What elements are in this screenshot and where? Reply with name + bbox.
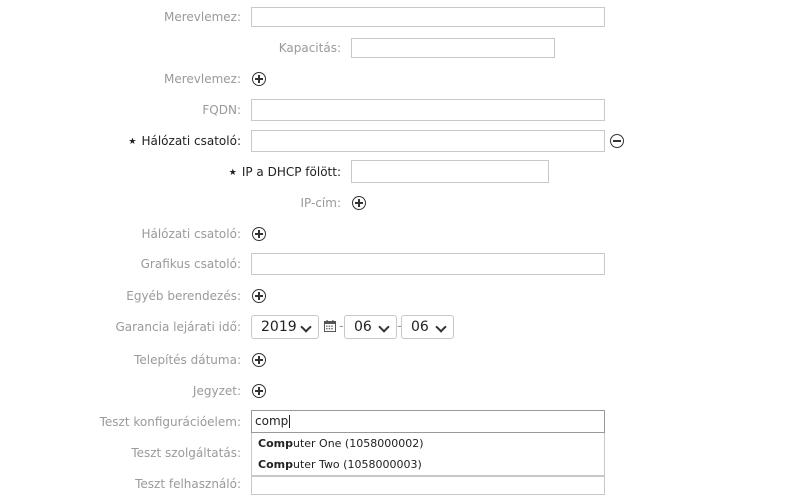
required-star-icon: ★ [228,168,237,178]
kapacitas-input[interactable] [351,38,555,58]
row-ip-cim: IP-cím: [0,191,801,215]
month-value: 06 [354,319,372,335]
row-garancia: Garancia lejárati idő: 2019 - 06 - 06 [0,315,801,339]
grafikus-csatolo-label: Grafikus csatoló: [140,257,241,271]
jegyzet-label: Jegyzet: [192,384,241,398]
plus-circle-icon[interactable] [252,353,266,367]
ip-cim-label: IP-cím: [300,196,341,210]
row-ip-dhcp: ★ IP a DHCP fölött: [0,160,801,184]
row-merevlemez-2: Merevlemez: [0,67,801,91]
row-halozati-csatolo-req: ★ Hálózati csatoló: [0,129,801,153]
grafikus-csatolo-input[interactable] [251,253,605,275]
merevlemez-input[interactable] [251,7,605,27]
plus-circle-icon[interactable] [252,72,266,86]
chevron-down-icon [378,321,390,333]
row-egyeb-berendezes: Egyéb berendezés: [0,284,801,308]
plus-circle-icon[interactable] [252,384,266,398]
row-telepites-datuma: Telepítés dátuma: [0,348,801,372]
teszt-szolgaltatas-label: Teszt szolgáltatás: [131,446,241,460]
plus-circle-icon[interactable] [252,289,266,303]
plus-circle-icon[interactable] [252,227,266,241]
row-merevlemez-1: Merevlemez: [0,5,801,29]
minus-circle-icon[interactable] [610,134,624,148]
autocomplete-rest: uter One (1058000002) [292,437,424,450]
fqdn-input[interactable] [251,99,605,121]
teszt-felhasznalo-label: Teszt felhasználó: [135,477,241,491]
day-select[interactable]: 06 [401,315,454,339]
row-jegyzet: Jegyzet: [0,379,801,403]
autocomplete-item[interactable]: Computer Two (1058000003) [252,454,604,475]
teszt-konfig-label: Teszt konfigurációelem: [99,415,241,429]
autocomplete-match: Comp [258,437,293,450]
garancia-label: Garancia lejárati idő: [115,320,241,334]
row-grafikus-csatolo: Grafikus csatoló: [0,252,801,276]
halozati-csatolo-label: Hálózati csatoló: [141,227,241,241]
year-value: 2019 [261,319,297,335]
autocomplete-rest: uter Two (1058000003) [292,458,422,471]
autocomplete-item[interactable]: Computer One (1058000002) [252,433,604,454]
chevron-down-icon [300,321,312,333]
ip-dhcp-label: ★ IP a DHCP fölött: [228,165,341,179]
halozati-csatolo-req-label: ★ Hálózati csatoló: [128,134,241,148]
fqdn-label: FQDN: [202,103,241,117]
merevlemez-2-label: Merevlemez: [163,72,241,86]
teszt-konfig-value: comp [255,414,289,428]
egyeb-berendezes-label: Egyéb berendezés: [126,289,241,303]
kapacitas-label: Kapacitás: [278,41,341,55]
row-teszt-konfig: Teszt konfigurációelem: comp [0,410,801,434]
plus-circle-icon[interactable] [352,196,366,210]
telepites-datuma-label: Telepítés dátuma: [134,353,241,367]
month-select[interactable]: 06 [344,315,397,339]
autocomplete-match: Comp [258,458,293,471]
row-fqdn: FQDN: [0,98,801,122]
autocomplete-dropdown: Computer One (1058000002) Computer Two (… [251,433,605,476]
required-star-icon: ★ [128,137,137,147]
text-caret [289,415,291,428]
ip-dhcp-input[interactable] [351,160,549,183]
chevron-down-icon [435,321,447,333]
date-separator: - [339,319,344,334]
day-value: 06 [411,319,429,335]
teszt-felhasznalo-input[interactable] [251,476,605,495]
year-select[interactable]: 2019 [251,315,319,339]
halozati-csatolo-input[interactable] [251,130,605,152]
row-kapacitas: Kapacitás: [0,36,801,60]
calendar-icon[interactable] [324,320,336,332]
merevlemez-label: Merevlemez: [163,10,241,24]
teszt-konfig-input[interactable]: comp [251,410,605,433]
row-halozati-csatolo: Hálózati csatoló: [0,222,801,246]
